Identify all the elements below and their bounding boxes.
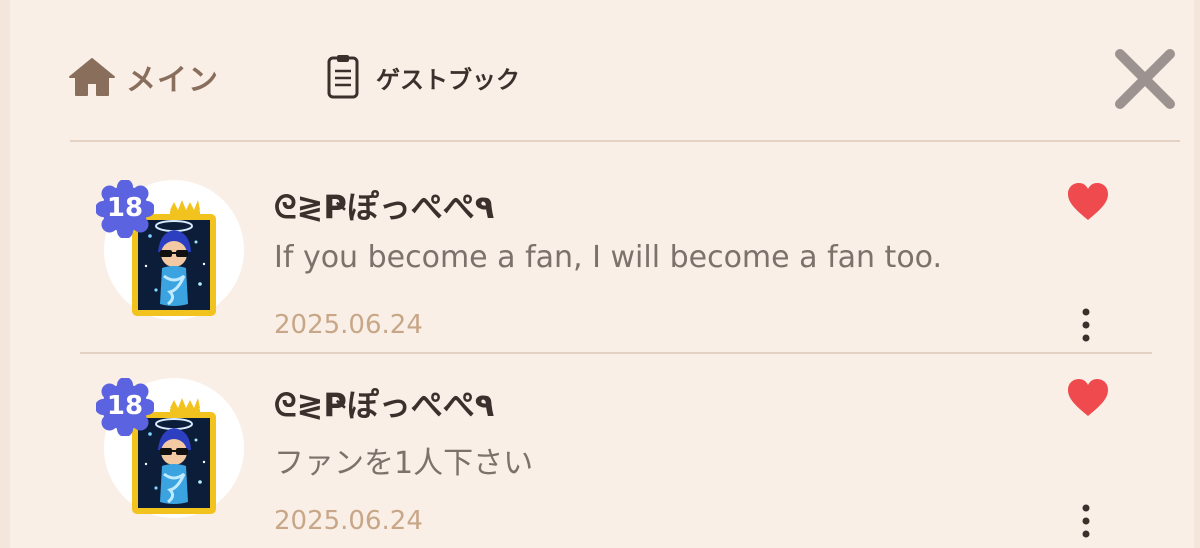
more-options-button[interactable] [1074,306,1098,346]
tab-main-label: メイン [126,63,219,98]
level-number: 18 [106,391,144,421]
more-vertical-icon [1082,308,1090,342]
entry-date: 2025.06.24 [274,310,423,340]
notepad-icon [327,55,359,99]
level-badge: 18 [95,179,155,239]
close-icon [1115,49,1175,109]
close-button[interactable] [1112,46,1178,112]
tab-guestbook-label: ゲストブック [376,65,520,94]
level-badge: 18 [95,377,155,437]
heart-icon [1068,379,1108,416]
guestbook-header: メイン ゲストブック [0,0,1200,142]
author-name[interactable]: ᘓ≷Ҏぽっぺぺ٩ [274,182,494,228]
like-button[interactable] [1066,378,1110,418]
level-number: 18 [106,193,144,223]
like-button[interactable] [1066,182,1110,222]
avatar[interactable]: 18 [95,377,244,518]
entry-date: 2025.06.24 [274,506,423,536]
guestbook-entry: 18 ᘓ≷Ҏぽっぺぺ٩ If you become a fan, I will … [0,152,1200,348]
home-icon [69,58,115,96]
avatar[interactable]: 18 [95,179,244,320]
more-vertical-icon [1082,504,1090,538]
tab-main[interactable]: メイン [68,52,219,102]
more-options-button[interactable] [1074,502,1098,542]
entry-message: ファンを1人下さい [274,446,534,481]
tab-guestbook[interactable]: ゲストブック [326,52,520,102]
guestbook-entry: 18 ᘓ≷Ҏぽっぺぺ٩ ファンを1人下さい 2025.06.24 [0,350,1200,546]
header-divider [70,140,1180,142]
entry-message: If you become a fan, I will become a fan… [274,240,943,275]
heart-icon [1068,183,1108,220]
author-name[interactable]: ᘓ≷Ҏぽっぺぺ٩ [274,380,494,426]
